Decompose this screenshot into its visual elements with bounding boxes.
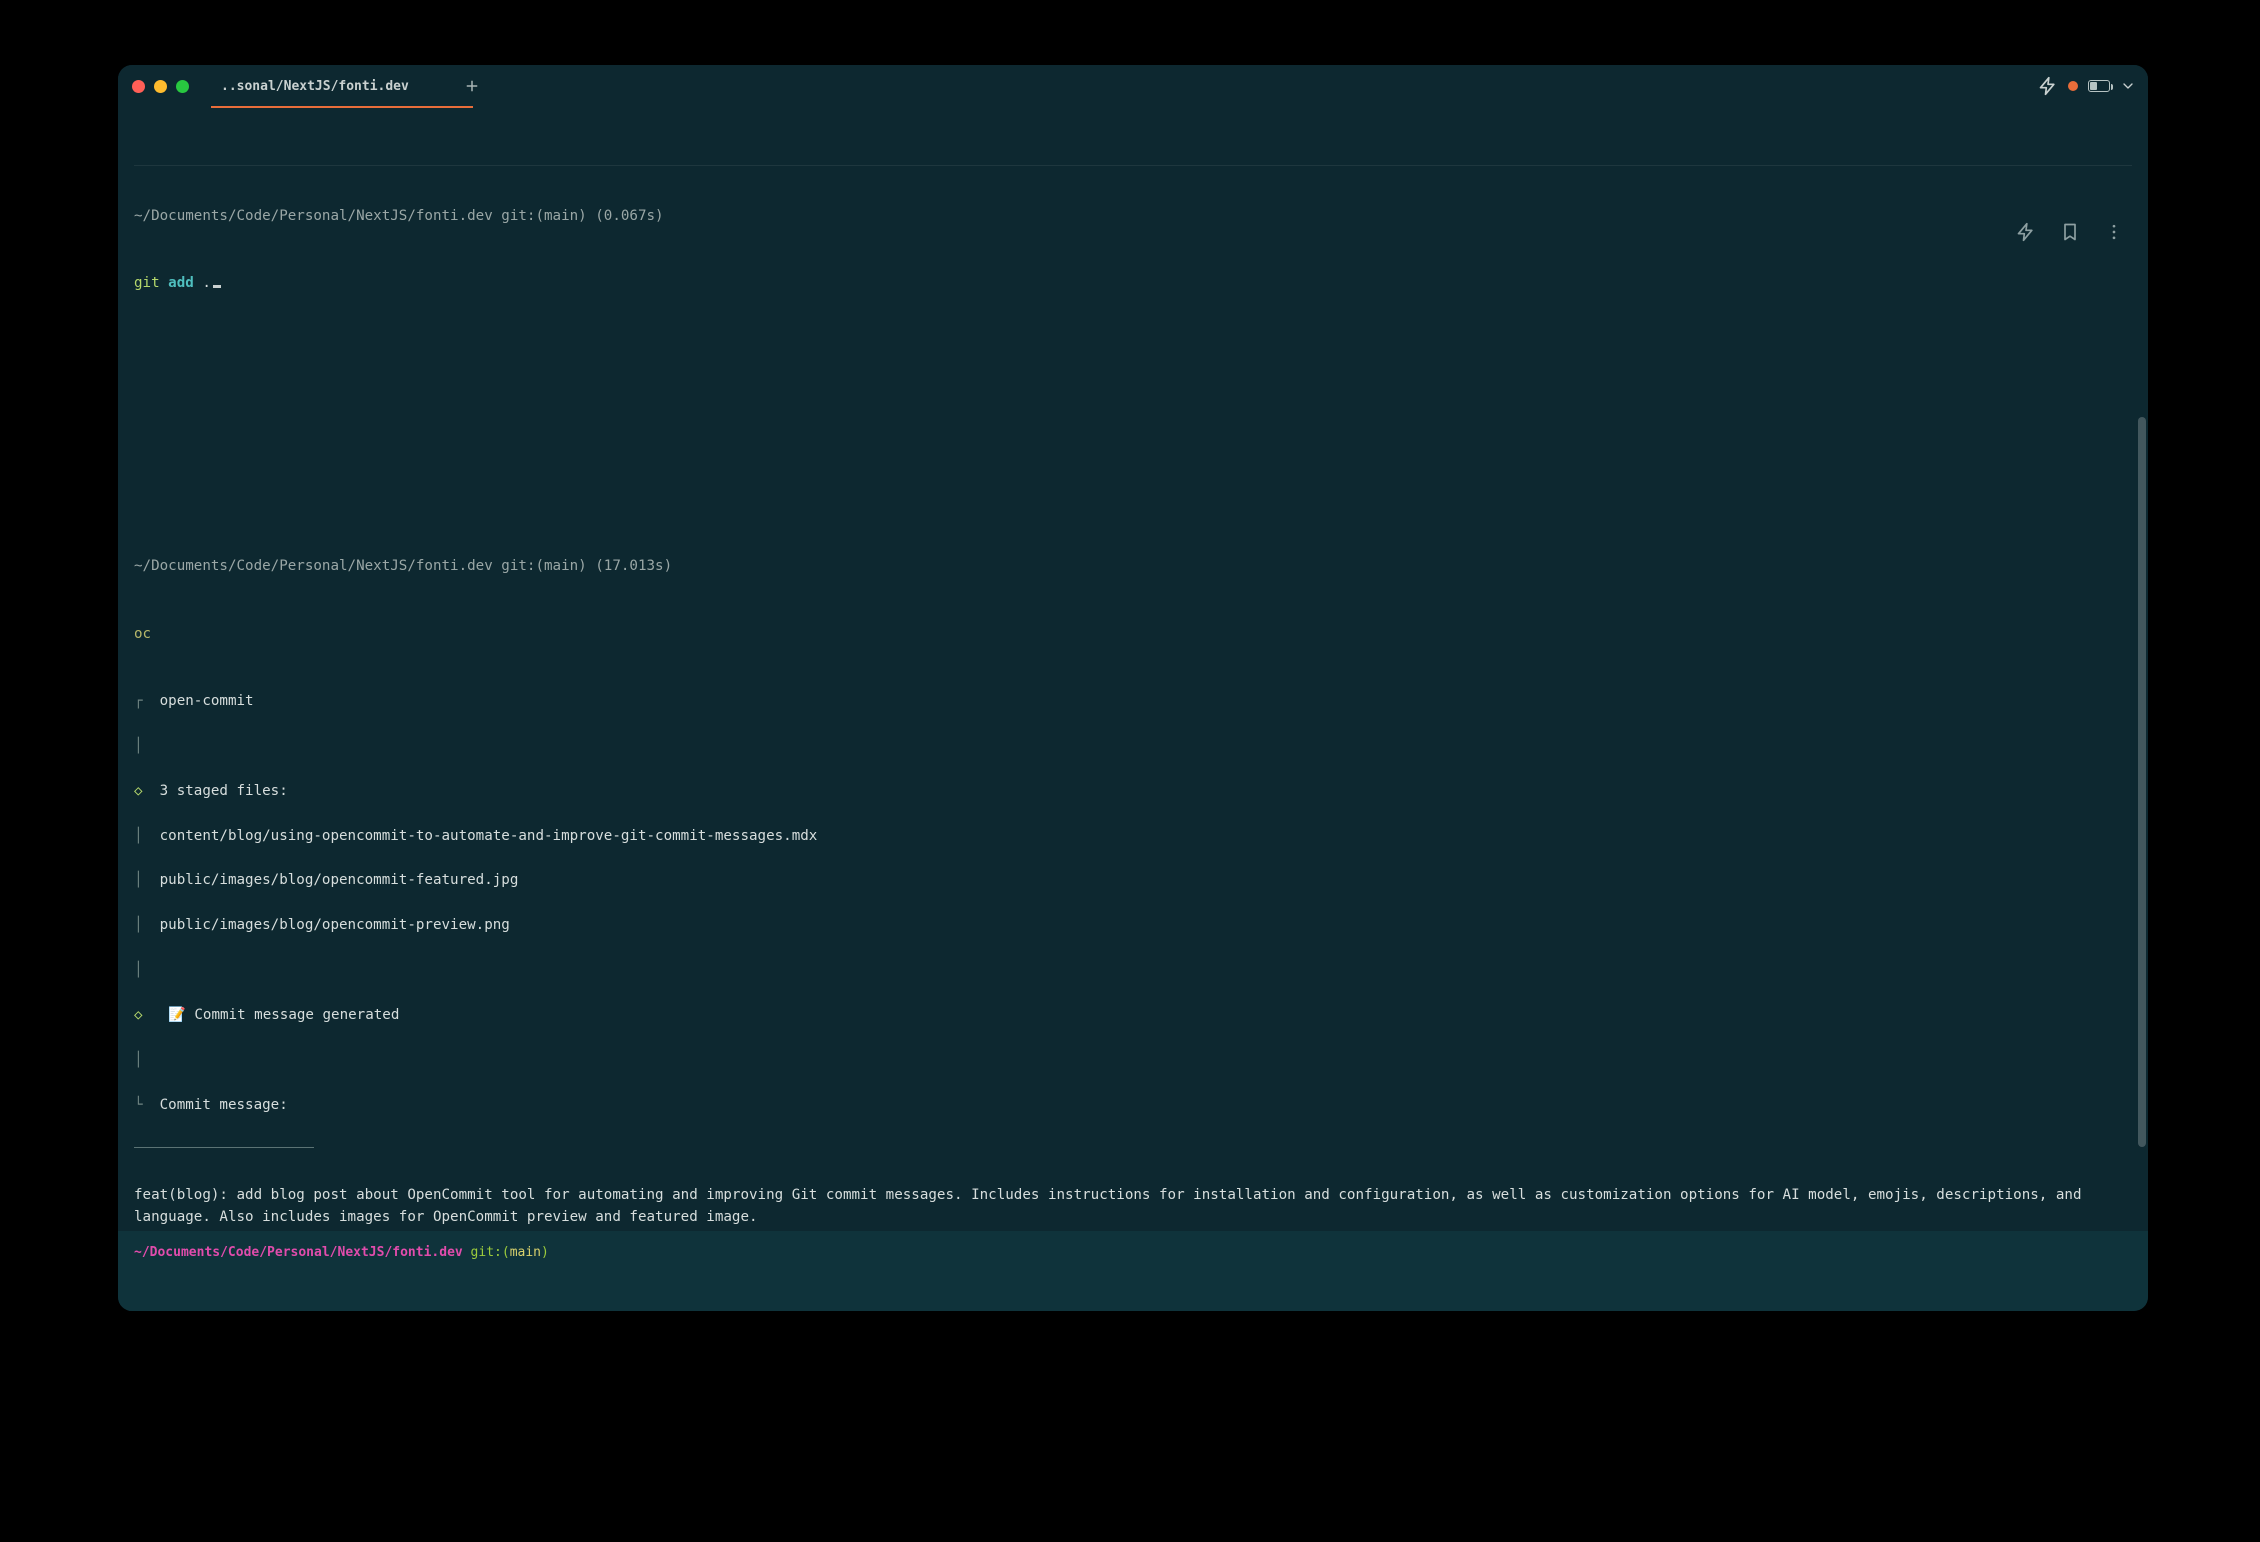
- terminal-body[interactable]: ~/Documents/Code/Personal/NextJS/fonti.d…: [118, 107, 2148, 1311]
- diamond-glyph: ◇: [134, 1007, 143, 1023]
- bolt-icon: [2016, 222, 2036, 242]
- bookmark-button[interactable]: [2060, 177, 2080, 197]
- cmd-git: git: [134, 275, 160, 291]
- block-divider: [134, 165, 2132, 166]
- prompt-line: ~/Documents/Code/Personal/NextJS/fonti.d…: [134, 205, 2132, 227]
- paren-open: (: [502, 1245, 510, 1260]
- plus-icon: [463, 77, 481, 95]
- bolt-icon: [2038, 76, 2058, 96]
- tree-row: ◇ 📝 Commit message generated: [134, 1004, 2132, 1026]
- prompt-path: ~/Documents/Code/Personal/NextJS/fonti.d…: [134, 1245, 463, 1260]
- block-actions: [2016, 177, 2124, 197]
- tree-glyph: ┌ open-commit: [134, 690, 2132, 712]
- commit-message-body: feat(blog): add blog post about OpenComm…: [134, 1184, 2094, 1229]
- divider-line: [134, 1147, 314, 1148]
- settings-dropdown[interactable]: [2120, 78, 2136, 94]
- block-menu-button[interactable]: [2104, 177, 2124, 197]
- tab-active[interactable]: ..sonal/NextJS/fonti.dev: [217, 65, 413, 107]
- diamond-glyph: ◇: [134, 783, 143, 799]
- staged-file: │ public/images/blog/opencommit-preview.…: [134, 914, 2132, 936]
- battery-icon: [2088, 80, 2110, 92]
- titlebar: ..sonal/NextJS/fonti.dev: [118, 65, 2148, 107]
- close-window-button[interactable]: [132, 80, 145, 93]
- cmd-dot: .: [202, 275, 211, 291]
- prompt-branch: main: [510, 1245, 541, 1260]
- command-line: git add .: [134, 272, 2132, 294]
- generated-label: Commit message generated: [194, 1007, 399, 1023]
- tab-title: ..sonal/NextJS/fonti.dev: [221, 79, 409, 94]
- chevron-down-icon: [2120, 78, 2136, 94]
- staged-file: │ content/blog/using-opencommit-to-autom…: [134, 825, 2132, 847]
- status-indicator-icon: [2068, 81, 2078, 91]
- traffic-lights: [132, 80, 189, 93]
- tree-row: ◇ 3 staged files:: [134, 780, 2132, 802]
- open-commit-label: open-commit: [160, 693, 254, 709]
- commit-message-label: Commit message:: [160, 1097, 288, 1113]
- tree-glyph: │: [134, 959, 2132, 981]
- staged-file: │ public/images/blog/opencommit-featured…: [134, 869, 2132, 891]
- tree-row: └ Commit message:: [134, 1094, 2132, 1116]
- terminal-window: ..sonal/NextJS/fonti.dev ~/Do: [118, 65, 2148, 1311]
- scrollbar-thumb[interactable]: [2138, 417, 2146, 1147]
- bookmark-icon: [2060, 222, 2080, 242]
- cmd-add: add: [168, 275, 194, 291]
- active-prompt[interactable]: ~/Documents/Code/Personal/NextJS/fonti.d…: [118, 1231, 2148, 1311]
- zoom-window-button[interactable]: [176, 80, 189, 93]
- paren-close: ): [541, 1245, 549, 1260]
- command-line: oc: [134, 623, 2132, 645]
- staged-files-label: 3 staged files:: [160, 783, 288, 799]
- new-tab-button[interactable]: [461, 75, 483, 97]
- ai-command-button[interactable]: [2038, 76, 2058, 96]
- minimize-window-button[interactable]: [154, 80, 167, 93]
- memo-icon: 📝: [168, 1007, 186, 1023]
- prompt-git-pre: git:: [463, 1245, 502, 1260]
- tree-glyph: │: [134, 1049, 2132, 1071]
- prompt-line: ~/Documents/Code/Personal/NextJS/fonti.d…: [134, 555, 2132, 577]
- block-ai-button[interactable]: [2016, 177, 2036, 197]
- tree-glyph: │: [134, 735, 2132, 757]
- caret-icon: [213, 285, 221, 288]
- kebab-icon: [2104, 222, 2124, 242]
- elbow-glyph: └: [134, 1097, 143, 1113]
